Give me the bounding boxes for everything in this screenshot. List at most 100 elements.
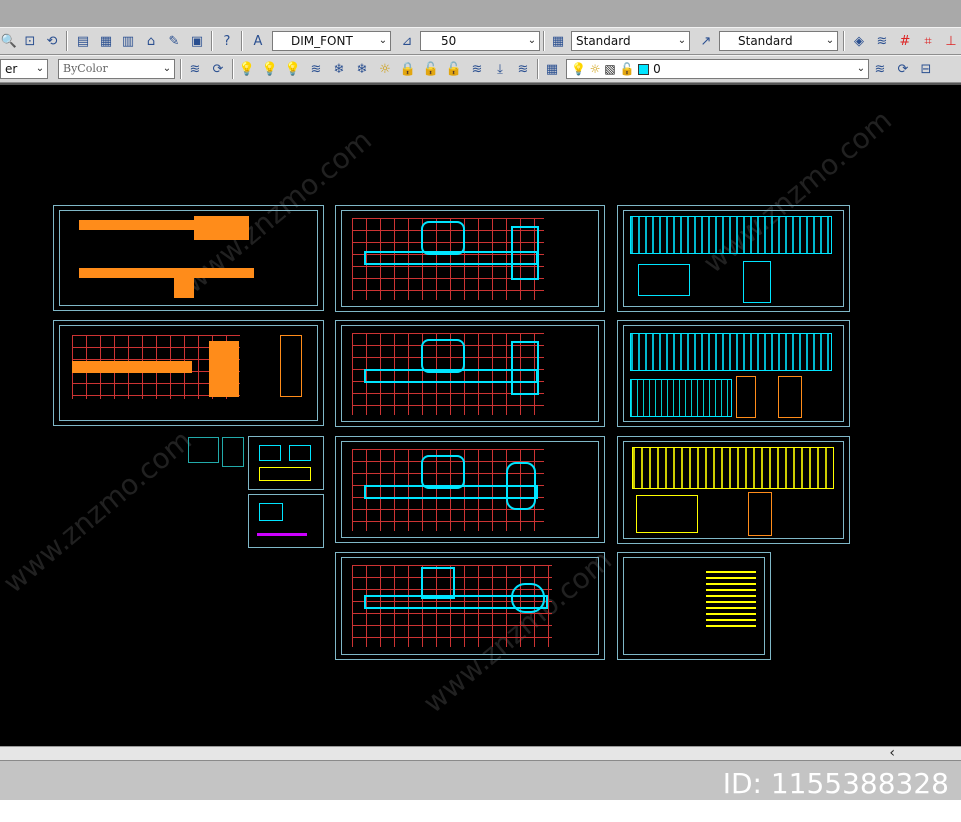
dim-style-value: Standard xyxy=(738,34,793,48)
chevron-down-icon: ⌄ xyxy=(162,63,172,74)
layer-delete-icon[interactable]: ⤓ xyxy=(491,60,509,78)
layer-unlock-all-icon[interactable]: 🔓 xyxy=(445,60,463,78)
stair-section xyxy=(736,376,756,418)
stair-detail xyxy=(280,335,302,397)
layer-states2-icon[interactable]: ⊟ xyxy=(917,60,935,78)
chevron-down-icon: ⌄ xyxy=(856,63,866,74)
detail-sheet[interactable] xyxy=(248,494,324,548)
help-icon[interactable]: ? xyxy=(218,32,236,50)
zoom-window-icon[interactable]: ⊡ xyxy=(21,32,39,50)
drawing-sheet[interactable] xyxy=(53,320,324,426)
markup-icon[interactable]: ✎ xyxy=(165,32,183,50)
zoom-realtime-icon[interactable]: 🔍 xyxy=(0,32,18,50)
layer-thaw-icon[interactable]: 💡 xyxy=(284,60,302,78)
dim-style-icon[interactable]: ⊿ xyxy=(398,32,416,50)
properties-icon[interactable]: ▤ xyxy=(74,32,92,50)
make-current-icon[interactable]: ≋ xyxy=(871,60,889,78)
layer-select-partial[interactable]: er ⌄ xyxy=(0,59,48,79)
layer-properties-icon[interactable]: ▦ xyxy=(543,60,561,78)
drawing-sheet[interactable] xyxy=(335,205,605,312)
chevron-down-icon: ⌄ xyxy=(35,63,45,74)
floor-plan xyxy=(194,216,249,240)
floor-plan xyxy=(79,268,254,278)
floor-plan xyxy=(511,583,545,613)
image-id-text: ID: 1155388328 xyxy=(722,767,949,800)
color-select[interactable]: ByColor ⌄ xyxy=(58,59,175,79)
toolbar-layers: er ⌄ ByColor ⌄ ≋ ⟳ 💡 💡 💡 ≋ ❄ ❄ ☼ 🔒 🔓 🔓 ≋ ⤓… xyxy=(0,55,961,83)
toolbar-separator xyxy=(843,31,845,51)
drawing-sheet[interactable] xyxy=(617,320,850,427)
drawing-sheet[interactable] xyxy=(617,436,850,544)
chevron-down-icon: ⌄ xyxy=(677,35,687,46)
design-center-icon[interactable]: ▦ xyxy=(97,32,115,50)
toolbar-separator xyxy=(232,59,234,79)
tool-palettes-icon[interactable]: ▥ xyxy=(119,32,137,50)
dim-style-select[interactable]: Standard ⌄ xyxy=(719,31,838,51)
elevation-drawing xyxy=(638,264,690,296)
sheet-set-icon[interactable]: ⌂ xyxy=(142,32,160,50)
snap-icon[interactable]: ⌗ xyxy=(919,32,937,50)
layer-off-icon[interactable]: 💡 xyxy=(261,60,279,78)
detail-drawing xyxy=(289,445,311,461)
layer-merge-icon[interactable]: ≋ xyxy=(468,60,486,78)
toolbar-standard: 🔍 ⊡ ⟲ ▤ ▦ ▥ ⌂ ✎ ▣ ? A DIM_FONT ⌄ ⊿ 50 ⌄ ▦ … xyxy=(0,27,961,55)
text-style-value: DIM_FONT xyxy=(291,34,353,48)
horizontal-scrollbar[interactable]: ‹ xyxy=(0,745,961,761)
detail-drawing xyxy=(259,445,281,461)
floor-plan xyxy=(421,339,465,373)
detail-drawing xyxy=(259,467,311,481)
table-style-icon[interactable]: ▦ xyxy=(549,32,567,50)
layer-select[interactable]: 💡 ☼ ▧ 🔓 0 ⌄ xyxy=(566,59,869,79)
drawing-sheet[interactable] xyxy=(335,552,605,660)
drawing-canvas[interactable]: www.znzmo.com www.znzmo.com www.znzmo.co… xyxy=(0,83,961,746)
text-style-select[interactable]: DIM_FONT ⌄ xyxy=(272,31,391,51)
chevron-down-icon: ⌄ xyxy=(378,35,388,46)
layer-states-icon[interactable]: ≋ xyxy=(873,32,891,50)
layer-freeze-icon[interactable]: ❄ xyxy=(330,60,348,78)
zoom-previous-icon[interactable]: ⟲ xyxy=(43,32,61,50)
drawing-sheet[interactable] xyxy=(617,205,850,312)
detail-sheet[interactable] xyxy=(248,436,324,490)
calculator-icon[interactable]: ▣ xyxy=(188,32,206,50)
elevation-drawing xyxy=(632,447,834,489)
ortho-icon[interactable]: ⊥ xyxy=(942,32,960,50)
layer-previous2-icon[interactable]: ⟳ xyxy=(894,60,912,78)
floor-plan xyxy=(174,272,194,298)
layer-on-icon[interactable]: 💡 xyxy=(238,60,256,78)
table-style-select[interactable]: Standard ⌄ xyxy=(571,31,690,51)
layer-vpfreeze-icon[interactable]: ❄ xyxy=(353,60,371,78)
layer-sun-icon[interactable]: ☼ xyxy=(376,60,394,78)
layer-previous-icon[interactable]: ≋ xyxy=(186,60,204,78)
grid-icon[interactable]: # xyxy=(896,32,914,50)
floor-plan xyxy=(421,221,465,255)
layer-walk-icon[interactable]: ≋ xyxy=(514,60,532,78)
drawing-sheet[interactable] xyxy=(335,436,605,543)
detail-sheet[interactable] xyxy=(188,437,219,463)
floor-plan xyxy=(421,455,465,489)
drawing-sheet[interactable] xyxy=(617,552,771,660)
floor-plan xyxy=(209,341,239,397)
chevron-left-icon[interactable]: ‹ xyxy=(889,745,895,761)
drawing-sheet[interactable] xyxy=(53,205,324,311)
toolbar-separator xyxy=(211,31,213,51)
text-height-select[interactable]: 50 ⌄ xyxy=(420,31,540,51)
layer-match-icon[interactable]: ≋ xyxy=(307,60,325,78)
toolbar-separator xyxy=(543,31,545,51)
layer-isolate-icon[interactable]: ⟳ xyxy=(209,60,227,78)
drawing-sheet[interactable] xyxy=(335,320,605,427)
elevation-drawing xyxy=(630,379,732,417)
layer-manager-icon[interactable]: ◈ xyxy=(850,32,868,50)
toolbar-separator xyxy=(241,31,243,51)
text-height-value: 50 xyxy=(441,34,457,48)
notes-text-block xyxy=(706,571,756,631)
multileader-style-icon[interactable]: ↗ xyxy=(697,32,715,50)
layer-unlock-icon[interactable]: 🔓 xyxy=(422,60,440,78)
layer-lock-icon[interactable]: 🔒 xyxy=(399,60,417,78)
text-style-icon[interactable]: A xyxy=(249,32,267,50)
layer-partial-value: er xyxy=(5,62,18,76)
detail-sheet[interactable] xyxy=(222,437,244,467)
layer-color-swatch xyxy=(638,64,650,75)
floor-plan xyxy=(511,341,539,395)
floor-plan xyxy=(72,361,192,373)
stair-section xyxy=(778,376,802,418)
